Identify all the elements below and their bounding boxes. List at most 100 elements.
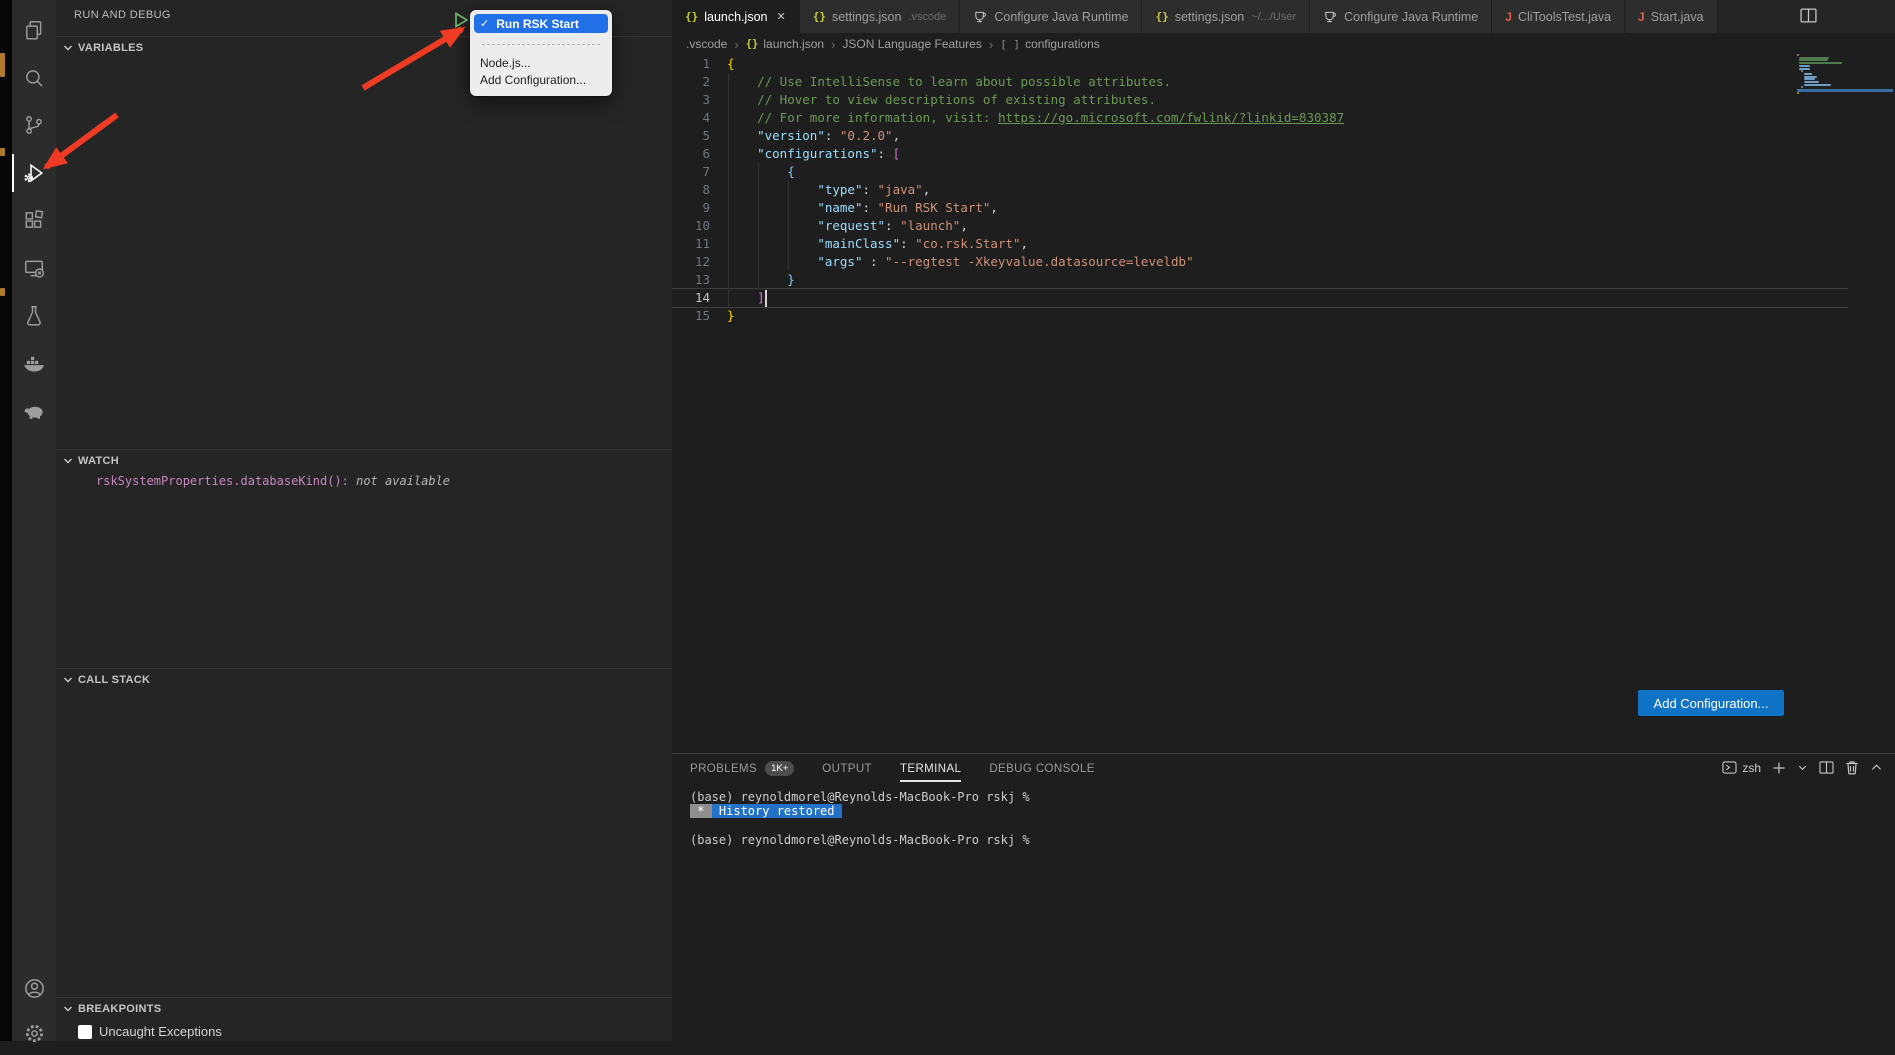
tab-settings-json[interactable]: {}settings.json~/.../User xyxy=(1142,0,1310,33)
chevron-down-icon xyxy=(60,453,76,469)
chevron-down-icon xyxy=(60,1001,76,1017)
breakpoints-section-label: BREAKPOINTS xyxy=(78,1003,161,1015)
panel-controls: zsh xyxy=(1711,760,1883,775)
split-terminal-icon[interactable] xyxy=(1819,761,1834,774)
breadcrumb-item-configurations[interactable]: [ ]configurations xyxy=(1000,37,1100,51)
watch-expression-item[interactable]: rskSystemProperties.databaseKind(): not … xyxy=(96,474,450,488)
menu-item-run-rsk-start[interactable]: ✓ Run RSK Start xyxy=(474,14,608,33)
line-content: "mainClass": "co.rsk.Start", xyxy=(727,235,1028,253)
menu-item-add-configuration[interactable]: Add Configuration... xyxy=(480,71,608,88)
maximize-panel-chevron-icon[interactable] xyxy=(1870,762,1883,773)
explorer-icon[interactable] xyxy=(12,8,56,52)
code-line-14[interactable]: 14 ] xyxy=(672,289,1895,307)
tab-label: settings.json xyxy=(832,10,901,24)
code-line-10[interactable]: 10 "request": "launch", xyxy=(672,217,1895,235)
tab-settings-json[interactable]: {}settings.json.vscode xyxy=(800,0,961,33)
breadcrumb-item-json-language-features[interactable]: JSON Language Features xyxy=(842,37,981,51)
panel-tab-output[interactable]: OUTPUT xyxy=(822,763,872,782)
code-line-9[interactable]: 9 "name": "Run RSK Start", xyxy=(672,199,1895,217)
line-number: 4 xyxy=(672,109,710,127)
code-line-5[interactable]: 5 "version": "0.2.0", xyxy=(672,127,1895,145)
line-content: } xyxy=(727,307,735,325)
minimap[interactable] xyxy=(1797,54,1895,114)
line-number: 15 xyxy=(672,307,710,325)
line-content: // For more information, visit: https://… xyxy=(727,109,1344,127)
minimap-line xyxy=(1804,76,1817,78)
start-debugging-play-icon[interactable] xyxy=(452,11,470,29)
line-content: "name": "Run RSK Start", xyxy=(727,199,998,217)
uncaught-exceptions-checkbox[interactable] xyxy=(78,1025,92,1039)
breadcrumb-item--vscode[interactable]: .vscode xyxy=(686,37,727,51)
settings-icon[interactable] xyxy=(12,1011,56,1055)
add-configuration-button[interactable]: Add Configuration... xyxy=(1638,690,1784,716)
code-line-2[interactable]: 2 // Use IntelliSense to learn about pos… xyxy=(672,73,1895,91)
line-content: "args" : "--regtest -Xkeyvalue.datasourc… xyxy=(727,253,1194,271)
panel-tab-problems[interactable]: PROBLEMS1K+ xyxy=(690,761,794,783)
minimap-line xyxy=(1797,92,1799,94)
menu-item-node-js[interactable]: Node.js... xyxy=(480,54,608,71)
new-terminal-icon[interactable] xyxy=(1772,761,1786,775)
line-content: // Hover to view descriptions of existin… xyxy=(727,91,1156,109)
accounts-icon[interactable] xyxy=(12,966,56,1010)
breakpoints-section-header[interactable]: BREAKPOINTS xyxy=(56,998,672,1020)
json-file-icon: {} xyxy=(813,10,826,23)
line-number: 10 xyxy=(672,217,710,235)
run-and-debug-icon[interactable] xyxy=(12,151,56,195)
remote-explorer-icon[interactable] xyxy=(12,246,56,290)
array-symbol-icon: [ ] xyxy=(1000,38,1020,51)
code-line-13[interactable]: 13 } xyxy=(672,271,1895,289)
extensions-icon[interactable] xyxy=(12,198,56,242)
code-line-8[interactable]: 8 "type": "java", xyxy=(672,181,1895,199)
call-stack-section-header[interactable]: CALL STACK xyxy=(56,669,672,691)
json-file-icon: {} xyxy=(1155,10,1168,23)
minimap-line xyxy=(1804,84,1832,86)
tab-label: Start.java xyxy=(1651,10,1704,24)
line-content: "version": "0.2.0", xyxy=(727,127,900,145)
line-content: "request": "launch", xyxy=(727,217,968,235)
code-line-1[interactable]: 1{ xyxy=(672,55,1895,73)
code-line-3[interactable]: 3 // Hover to view descriptions of exist… xyxy=(672,91,1895,109)
tab-configure-java-runtime[interactable]: Configure Java Runtime xyxy=(1310,0,1492,33)
launch-profile-chevron-icon[interactable] xyxy=(1797,762,1808,773)
minimap-line xyxy=(1799,59,1828,61)
code-line-4[interactable]: 4 // For more information, visit: https:… xyxy=(672,109,1895,127)
code-line-7[interactable]: 7 { xyxy=(672,163,1895,181)
search-icon[interactable] xyxy=(12,56,56,100)
code-line-6[interactable]: 6 "configurations": [ xyxy=(672,145,1895,163)
panel-tab-debug-console[interactable]: DEBUG CONSOLE xyxy=(989,763,1095,782)
panel-tab-bar: PROBLEMS1K+ OUTPUT TERMINAL DEBUG CONSOLE xyxy=(690,761,1123,783)
breadcrumb-separator: › xyxy=(831,37,835,52)
line-number: 2 xyxy=(672,73,710,91)
tab-label: Configure Java Runtime xyxy=(1344,10,1478,24)
tab-launch-json[interactable]: {}launch.json✕ xyxy=(672,0,800,33)
docker-icon[interactable] xyxy=(12,341,56,385)
code-line-15[interactable]: 15} xyxy=(672,307,1895,325)
watch-section-header[interactable]: WATCH xyxy=(56,450,672,472)
source-control-icon[interactable] xyxy=(12,103,56,147)
testing-icon[interactable] xyxy=(12,293,56,337)
background-window-edge xyxy=(0,0,12,1041)
watch-section: WATCH rskSystemProperties.databaseKind()… xyxy=(56,449,672,669)
line-content: { xyxy=(727,55,735,73)
kill-terminal-trash-icon[interactable] xyxy=(1845,760,1859,775)
breadcrumb-item-launch-json[interactable]: {}launch.json xyxy=(746,37,824,51)
code-line-12[interactable]: 12 "args" : "--regtest -Xkeyvalue.dataso… xyxy=(672,253,1895,271)
panel-tab-terminal[interactable]: TERMINAL xyxy=(900,763,961,782)
variables-section: VARIABLES xyxy=(56,36,672,450)
tab-label: CliToolsTest.java xyxy=(1518,10,1611,24)
tab-configure-java-runtime[interactable]: Configure Java Runtime xyxy=(960,0,1142,33)
java-file-icon: J xyxy=(1505,10,1512,24)
watch-section-label: WATCH xyxy=(78,455,119,467)
tab-start-java[interactable]: JStart.java xyxy=(1625,0,1718,33)
tab-clitoolstest-java[interactable]: J CliToolsTest.java xyxy=(1492,0,1625,33)
line-content: ] xyxy=(727,289,765,307)
editor-tab-bar: {}launch.json✕{}settings.json.vscodeConf… xyxy=(672,0,1895,33)
code-line-11[interactable]: 11 "mainClass": "co.rsk.Start", xyxy=(672,235,1895,253)
minimap-line xyxy=(1804,78,1815,80)
java-runtime-cup-icon xyxy=(973,10,988,24)
line-number: 11 xyxy=(672,235,710,253)
menu-item-label: Run RSK Start xyxy=(496,17,579,31)
close-icon[interactable]: ✕ xyxy=(777,10,786,23)
gradle-icon[interactable] xyxy=(12,388,56,432)
split-editor-icon[interactable] xyxy=(1800,8,1817,23)
